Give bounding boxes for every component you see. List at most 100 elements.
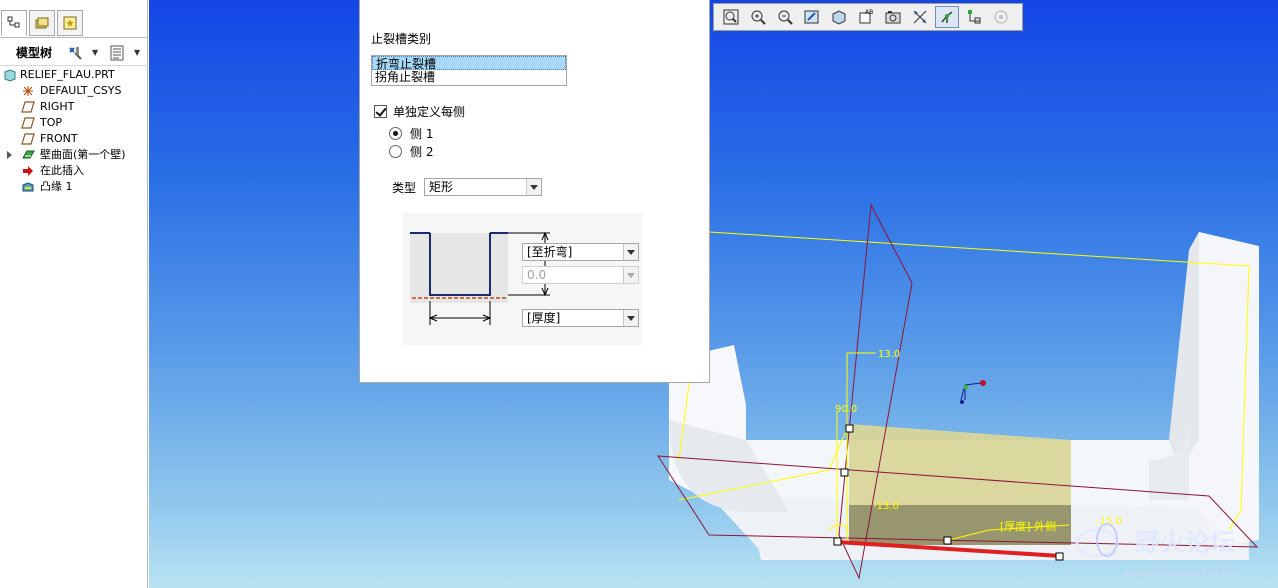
chevron-down-icon [623,267,638,283]
drag-handle[interactable] [1055,552,1064,561]
sheetmetal-wall-icon [22,150,35,159]
chevron-down-icon[interactable] [623,310,638,326]
define-each-side-checkbox[interactable]: 单独定义每侧 [374,103,465,120]
thickness-label[interactable]: [厚度] 外侧 [1000,519,1056,533]
radio-side-1-label: 侧 1 [410,127,434,141]
tree-item-label: TOP [40,116,63,129]
radio-side-1[interactable]: 侧 1 [389,125,433,142]
drag-handle[interactable] [840,468,849,477]
tab-folder-browser[interactable] [29,10,55,36]
graphics-viewport[interactable]: 13.0 90.0 -13.0 -15.0 [厚度] 外侧 野火论坛 www.p… [149,0,1278,588]
tree-settings-icon[interactable] [66,44,84,62]
datum-planes-toggle[interactable] [908,6,932,28]
type-label: 类型 [392,181,417,195]
define-each-side-label: 单独定义每侧 [393,105,466,119]
tree-item-label: 在此插入 [40,164,84,177]
chevron-down-icon[interactable] [623,244,638,260]
datum-plane-icon [21,101,35,113]
type-select-value: 矩形 [429,180,454,194]
named-view-button[interactable] [881,6,905,28]
model-scene[interactable]: 13.0 90.0 -13.0 -15.0 [厚度] 外侧 野火论坛 www.p… [149,0,1278,588]
tree-item-label: 凸缘 1 [40,180,73,193]
csys-display-icon [968,10,981,24]
datum-display-icon [941,11,953,23]
saved-views-icon: AB [859,9,873,24]
drag-handle[interactable] [833,537,842,546]
tree-item-label: FRONT [40,132,78,145]
model-tree-header: 模型树 ▼ ▼ [0,40,148,66]
model-tree-panel: 模型树 ▼ ▼ RELIEF_FLAU.PRT DEFAULT_CSYS RIG… [0,0,148,588]
dim-text-top[interactable]: 13.0 [878,349,900,360]
part-icon [4,69,16,82]
dim-text-angle[interactable]: 90.0 [835,404,857,415]
tree-item-label: RELIEF_FLAU.PRT [20,68,115,81]
named-view-icon [885,11,901,24]
spin-center-icon [832,10,846,25]
watermark-url: www.proewildfire.cn [1124,566,1235,579]
drag-handle[interactable] [845,424,854,433]
model-tree-title: 模型树 [16,46,53,60]
zoom-out-button[interactable] [773,6,797,28]
tree-item-top[interactable]: TOP [0,115,148,131]
tree-item-label: RIGHT [40,100,75,113]
csys-toggle[interactable] [962,6,986,28]
favorites-icon [63,16,77,30]
zoom-out-icon [778,10,793,25]
repaint-button[interactable] [800,6,824,28]
relief-category-label: 止裂槽类别 [371,32,432,46]
expand-arrow-icon[interactable] [7,151,12,159]
tree-item-insert-here[interactable]: 在此插入 [0,163,148,179]
depth-select[interactable]: [至折弯] [522,243,639,261]
datum-plane-icon [21,133,35,145]
spin-center-toggle[interactable] [989,6,1013,28]
annotation-display-icon [913,10,927,24]
model-tree-icon [7,16,20,28]
relief-category-list[interactable]: 折弯止裂槽 拐角止裂槽 [371,55,567,86]
tab-favorites[interactable] [57,10,83,36]
radio-button-icon[interactable] [389,127,402,140]
saved-views-button[interactable]: AB [854,6,878,28]
folder-browser-icon [35,17,49,29]
depth-value-text: 0.0 [527,268,547,282]
dim-text-right[interactable]: -15.0 [1096,516,1122,527]
depth-value-field: 0.0 [522,266,639,284]
datum-plane-icon [21,117,35,129]
datum-axes-toggle[interactable] [935,6,959,28]
checkbox-icon[interactable] [374,105,387,118]
tree-item-part[interactable]: RELIEF_FLAU.PRT [0,67,148,83]
shading-button[interactable] [827,6,851,28]
tree-item-csys[interactable]: DEFAULT_CSYS [0,83,148,99]
tab-model-tree[interactable] [1,10,27,36]
spin-display-icon [994,10,1008,24]
flange-icon [22,182,34,192]
tree-show-dropdown-icon[interactable]: ▼ [134,48,140,57]
repaint-icon [804,10,819,24]
refit-icon [723,9,739,25]
chevron-down-icon[interactable] [526,179,541,195]
relief-option-bend[interactable]: 折弯止裂槽 [372,56,566,71]
view-toolbar: AB [713,3,1023,31]
dim-text-left[interactable]: -13.0 [873,501,899,512]
tree-item-label: DEFAULT_CSYS [40,84,122,97]
tree-settings-dropdown-icon[interactable]: ▼ [92,48,98,57]
drag-handle[interactable] [943,536,952,545]
right-wall-inner [1169,232,1199,470]
tree-item-flange[interactable]: 凸缘 1 [0,179,148,195]
tree-show-icon[interactable] [108,44,126,62]
relief-dialog: 止裂槽类别 折弯止裂槽 拐角止裂槽 单独定义每侧 侧 1 侧 2 类型 矩形 [ [359,0,710,383]
radio-side-2-label: 侧 2 [410,145,434,159]
tree-item-wall[interactable]: 壁曲面(第一个壁) [0,147,148,163]
radio-side-2[interactable]: 侧 2 [389,143,433,160]
zoom-in-icon [751,10,766,25]
tree-item-front[interactable]: FRONT [0,131,148,147]
width-select[interactable]: [厚度] [522,309,639,327]
radio-button-icon[interactable] [389,145,402,158]
type-select[interactable]: 矩形 [424,178,542,196]
zoom-in-button[interactable] [746,6,770,28]
insert-here-arrow-icon [23,166,33,176]
tree-item-right[interactable]: RIGHT [0,99,148,115]
tree-item-label: 壁曲面(第一个壁) [40,148,126,161]
refit-button[interactable] [719,6,743,28]
relief-option-corner[interactable]: 拐角止裂槽 [372,70,566,84]
depth-select-value: [至折弯] [527,245,573,259]
